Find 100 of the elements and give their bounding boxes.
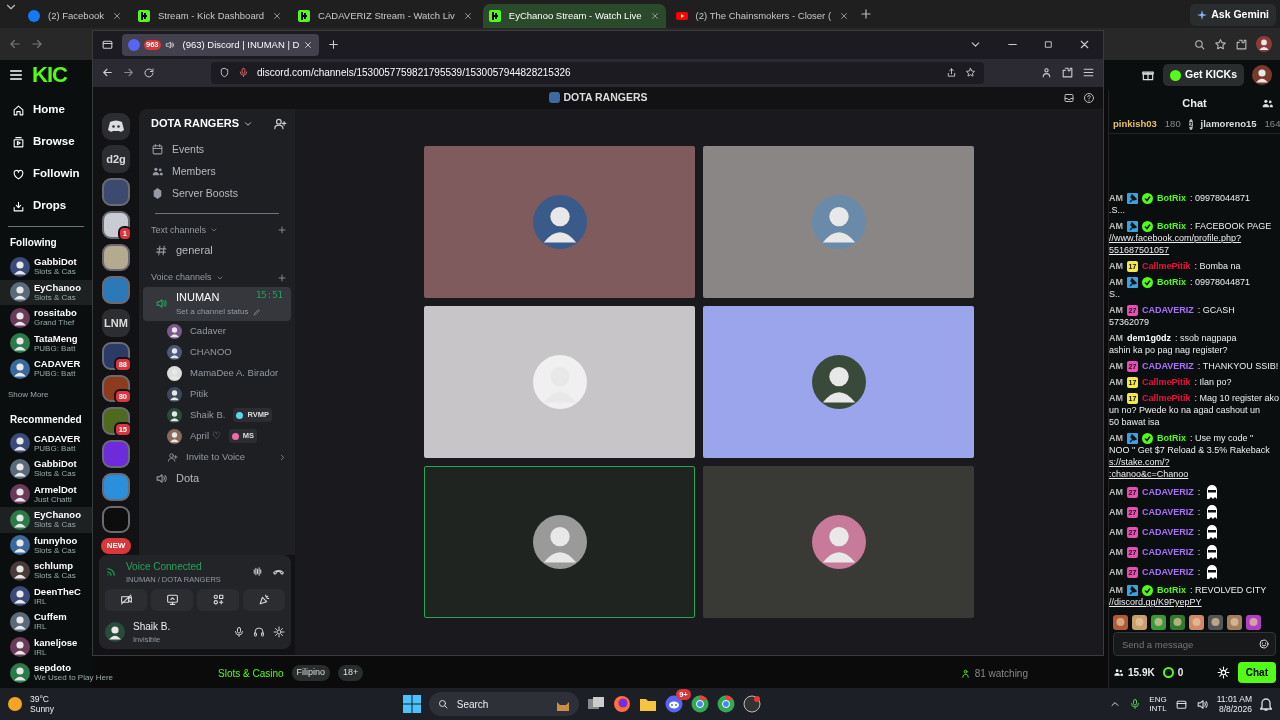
tag[interactable]: 18+: [338, 665, 364, 681]
channel-item[interactable]: EyChanoo Slots & Cas: [0, 279, 92, 305]
video-tile[interactable]: [424, 145, 695, 298]
inbox-icon[interactable]: [1063, 91, 1075, 104]
search-icon[interactable]: [1193, 37, 1206, 51]
channel-item[interactable]: CADAVER PUBG: Batt: [0, 356, 92, 382]
menu-item[interactable]: Server Boosts: [139, 182, 295, 205]
mic-icon[interactable]: [1129, 698, 1142, 710]
extensions-icon[interactable]: [1061, 66, 1074, 80]
voice-member[interactable]: CHANOO: [139, 341, 295, 363]
chat-username[interactable]: CallmePitik: [1142, 260, 1191, 272]
emote-icon[interactable]: [1170, 614, 1185, 630]
chat-username[interactable]: BotRix: [1157, 584, 1186, 596]
chat-link[interactable]: 551687501057: [1109, 245, 1170, 255]
section-heading[interactable]: Text channels: [151, 223, 207, 238]
emote-icon[interactable]: [1246, 614, 1261, 630]
section-heading[interactable]: Voice channels: [151, 271, 212, 285]
menu-icon[interactable]: [8, 67, 24, 83]
nav-link[interactable]: Followin: [0, 158, 92, 190]
video-tile[interactable]: [424, 465, 695, 618]
account-icon[interactable]: [1040, 66, 1053, 80]
logo[interactable]: KIC: [32, 64, 67, 86]
activities-button[interactable]: [197, 588, 239, 611]
chat-username[interactable]: CADAVERIZ: [1142, 304, 1194, 316]
server-header[interactable]: DOTA RANGERS: [139, 108, 295, 139]
star-icon[interactable]: [965, 67, 976, 79]
video-tile[interactable]: [703, 145, 974, 298]
show-more-link[interactable]: Show More: [0, 381, 92, 408]
close-icon[interactable]: [303, 39, 314, 50]
close-icon[interactable]: [272, 11, 283, 21]
star-icon[interactable]: [1214, 37, 1227, 51]
address-bar[interactable]: discord.com/channels/1530057759821795539/1530057944828215326: [211, 61, 984, 84]
chat-link[interactable]: //www.facebook.com/profile.php?: [1109, 233, 1242, 243]
emote-icon[interactable]: [1208, 614, 1223, 630]
get-kicks-button[interactable]: Get KICKs: [1163, 64, 1244, 86]
add-channel-icon[interactable]: [277, 272, 287, 283]
chat-username[interactable]: BotRix: [1157, 192, 1186, 204]
tag[interactable]: Filipino: [291, 665, 331, 681]
headphones-icon[interactable]: [253, 625, 265, 638]
emote-icon[interactable]: [1189, 614, 1204, 630]
voice-member[interactable]: Pitik: [139, 383, 295, 405]
emote-icon[interactable]: [1113, 614, 1128, 630]
nav-link[interactable]: Drops: [0, 190, 92, 222]
server-button[interactable]: LNM: [102, 309, 130, 337]
taskbar-search[interactable]: Search: [428, 692, 579, 716]
chat-username[interactable]: dem1g0dz: [1127, 332, 1171, 344]
ask-gemini-button[interactable]: Ask Gemini: [1190, 4, 1276, 26]
menu-item[interactable]: Members: [139, 160, 295, 183]
mic-icon[interactable]: [233, 625, 245, 638]
browser-tab[interactable]: Stream - Kick Dashboard: [132, 4, 289, 28]
reload-icon[interactable]: [143, 66, 155, 79]
channel-item[interactable]: EyChanoo Slots & Cas: [0, 507, 92, 533]
server-icon[interactable]: [102, 276, 130, 305]
server-icon[interactable]: [102, 243, 130, 272]
help-icon[interactable]: [1083, 91, 1095, 104]
close-icon[interactable]: [112, 11, 122, 21]
upload-icon[interactable]: [946, 67, 957, 79]
new-tab-icon[interactable]: [327, 38, 341, 52]
soundboard-button[interactable]: [243, 588, 285, 611]
chat-username[interactable]: CallmePitik: [1142, 376, 1191, 388]
bell-icon[interactable]: [1260, 697, 1272, 711]
channel-item[interactable]: CADAVER PUBG: Batt: [0, 430, 92, 456]
close-icon[interactable]: [462, 11, 473, 21]
channel-item[interactable]: general: [143, 239, 291, 262]
chat-username[interactable]: CADAVERIZ: [1142, 506, 1194, 518]
invite-to-voice[interactable]: Invite to Voice: [139, 446, 295, 468]
chat-link[interactable]: //discord.gg/K9PyepPY: [1109, 597, 1202, 607]
add-channel-icon[interactable]: [277, 225, 287, 236]
extensions-icon[interactable]: [1235, 37, 1248, 51]
language-indicator[interactable]: ENG INTL: [1149, 695, 1167, 713]
discord-icon[interactable]: [664, 695, 683, 714]
browser-tab[interactable]: (2) The Chainsmokers - Closer (: [669, 4, 856, 28]
channel-item[interactable]: Cuffem IRL: [0, 609, 92, 635]
channel-item[interactable]: ArmelDot Just Chatti: [0, 481, 92, 507]
emote-icon[interactable]: [1227, 614, 1242, 630]
chat-username[interactable]: CallmePitik: [1142, 392, 1191, 404]
channel-item[interactable]: GabbiDot Slots & Cas: [0, 254, 92, 280]
nav-link[interactable]: Browse: [0, 126, 92, 158]
invite-icon[interactable]: [273, 116, 287, 131]
video-tile[interactable]: [703, 305, 974, 458]
channel-item[interactable]: rossitabo Grand Thef: [0, 305, 92, 331]
volume-icon[interactable]: [1195, 697, 1209, 711]
video-tile[interactable]: [703, 465, 974, 618]
channel-item[interactable]: DeenTheC IRL: [0, 583, 92, 609]
menu-item[interactable]: Events: [139, 138, 295, 161]
camera-off-button[interactable]: [105, 588, 147, 611]
channel-item[interactable]: TataMeng PUBG: Batt: [0, 330, 92, 356]
chat-username[interactable]: BotRix: [1157, 432, 1186, 444]
server-icon[interactable]: [102, 505, 130, 534]
chat-username[interactable]: CADAVERIZ: [1142, 486, 1194, 498]
channel-item[interactable]: kaneljose IRL: [0, 634, 92, 660]
gift-icon[interactable]: [1141, 68, 1156, 82]
channel-item[interactable]: sepdoto We Used to Play Here: [0, 660, 115, 686]
clock[interactable]: 11:01 AM 8/8/2026: [1216, 694, 1252, 714]
voice-channel[interactable]: INUMAN 15:51 Set a channel status: [143, 286, 291, 321]
message-field[interactable]: Send a message: [1113, 632, 1276, 656]
chat-username[interactable]: CADAVERIZ: [1142, 546, 1194, 558]
discord-home-button[interactable]: [102, 112, 130, 141]
emoji-icon[interactable]: [1258, 638, 1270, 650]
voice-channel[interactable]: Dota: [143, 467, 291, 490]
